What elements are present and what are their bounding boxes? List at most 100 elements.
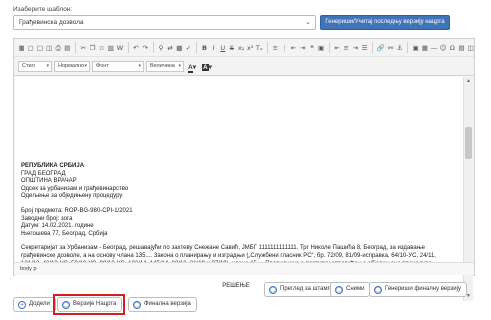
toolbar-separator [196, 42, 197, 53]
format-dropdown[interactable]: Нормално ▾ [54, 61, 90, 72]
toolbar-separator [74, 42, 76, 53]
preview-icon[interactable]: ◫ [45, 43, 52, 53]
text-color-icon: А [188, 63, 193, 73]
paste-word-icon[interactable]: W [116, 43, 123, 53]
blockquote-icon[interactable]: ❝ [308, 43, 315, 53]
save-label: Сними [346, 286, 365, 292]
justify-icon[interactable]: ☰ [361, 43, 368, 53]
spellcheck-icon[interactable]: ✓ [185, 43, 192, 53]
doc-title: РЕПУБЛИКА СРБИЈА [21, 163, 85, 169]
bold-icon[interactable]: B [201, 43, 208, 53]
doc-header-line: Одељење за обједињену процедуру [21, 193, 123, 200]
new-page-icon[interactable]: □ [36, 43, 43, 53]
save-button[interactable]: ◯ Сними [330, 282, 371, 297]
link-icon[interactable]: 🔗 [377, 43, 385, 53]
doc-meta-line: Његошева 77, Београд, Србија [21, 230, 108, 237]
template-select-value: Грађевинска дозвола [19, 19, 84, 26]
cut-icon[interactable]: ✂ [80, 43, 87, 53]
tab-final-version-label: Финална верзија [144, 301, 191, 307]
doc-header-line: ГРАД БЕОГРАД [21, 170, 66, 177]
source-icon[interactable]: ▦ [18, 43, 25, 53]
redo-icon[interactable]: ↷ [141, 43, 148, 53]
template-select[interactable]: Грађевинска дозвола ⌄ [13, 15, 316, 30]
doc-meta-line: Број предмета: ROP-BG-980-CPI-1/2021 [21, 207, 133, 214]
editor-toolbar-row2: Стил ▾ Нормално ▾ Фонт ▾ Величина ▾ А▾ А▾ [14, 58, 474, 76]
doc-meta-line: Заводни број: зогa [21, 215, 73, 222]
toolbar-separator [152, 42, 154, 53]
smiley-icon[interactable]: ☺ [440, 43, 447, 53]
select-all-icon[interactable]: ▩ [176, 43, 183, 53]
bg-color-button[interactable]: А▾ [200, 63, 214, 71]
font-dropdown[interactable]: Фонт ▾ [92, 61, 144, 72]
chevron-down-icon: ▾ [46, 63, 49, 69]
indent-icon[interactable]: ⇥ [299, 43, 306, 53]
highlight-box [53, 294, 125, 315]
underline-icon[interactable]: U [219, 43, 226, 53]
replace-icon[interactable]: ⇄ [167, 43, 174, 53]
generate-final-icon: ◯ [374, 286, 382, 294]
save-icon: ◯ [335, 286, 343, 294]
generate-final-button[interactable]: ◯ Генериши финалну верзију [369, 282, 467, 297]
print-preview-icon: ◯ [269, 286, 277, 294]
anchor-icon[interactable]: ⚓ [396, 43, 403, 53]
toolbar-separator [372, 42, 373, 53]
doc-gap [21, 238, 451, 245]
align-center-icon[interactable]: ≡ [343, 43, 350, 53]
chevron-down-icon: ▾ [138, 63, 141, 69]
style-dropdown[interactable]: Стил ▾ [18, 61, 52, 72]
bulleted-list-icon[interactable]: ⋮ [281, 43, 288, 53]
generate-final-label: Генериши финалну верзију [385, 286, 461, 292]
save-icon[interactable]: ▢ [27, 43, 34, 53]
text-color-button[interactable]: А▾ [186, 63, 198, 73]
style-dropdown-label: Стил [22, 63, 35, 69]
superscript-icon[interactable]: x² [247, 43, 254, 53]
find-icon[interactable]: ⚲ [157, 43, 164, 53]
hr-icon[interactable]: ― [430, 43, 438, 53]
image-icon[interactable]: ▣ [412, 43, 419, 53]
page-break-icon[interactable]: ▤ [458, 43, 465, 53]
toolbar-separator [266, 42, 268, 53]
print-preview-button[interactable]: ◯ Преглед за штампу [264, 282, 340, 297]
div-icon[interactable]: ▣ [318, 43, 325, 53]
remove-format-icon[interactable]: Tₓ [256, 43, 263, 53]
table-icon[interactable]: ▦ [421, 43, 428, 53]
final-version-icon: ◯ [133, 301, 141, 309]
paste-text-icon[interactable]: ▧ [107, 43, 114, 53]
editor-toolbar-row1: ▦ ▢ □ ◫ ⎙ ▤ ✂ ❐ ▫ ▧ W ↶ ↷ ⚲ ⇄ ▩ ✓ B I U … [14, 39, 474, 57]
subscript-icon[interactable]: x₂ [237, 43, 244, 53]
doc-header-line: ОПШТИНА ВРАЧАР [21, 178, 77, 185]
tab-add-label: Додели [29, 301, 50, 307]
outdent-icon[interactable]: ⇤ [290, 43, 297, 53]
copy-icon[interactable]: ❐ [89, 43, 96, 53]
paste-icon[interactable]: ▫ [98, 43, 105, 53]
font-dropdown-label: Фонт [96, 63, 109, 69]
chevron-down-icon: ▾ [178, 63, 181, 69]
generate-draft-button[interactable]: Генериши/Учитај последњу верзију нацрта [320, 15, 450, 30]
iframe-icon[interactable]: ◫ [467, 43, 474, 53]
chevron-down-icon: ⌄ [305, 19, 311, 26]
templates-icon[interactable]: ▤ [64, 43, 71, 53]
tab-final-version[interactable]: ◯ Финална верзија [128, 297, 197, 312]
tab-add[interactable]: + Додели [13, 297, 56, 312]
strike-icon[interactable]: S [228, 43, 235, 53]
special-char-icon[interactable]: Ω [449, 43, 456, 53]
toolbar-separator [328, 42, 330, 53]
numbered-list-icon[interactable]: ≡ [272, 43, 279, 53]
undo-icon[interactable]: ↶ [132, 43, 139, 53]
format-dropdown-label: Нормално [58, 63, 85, 69]
chevron-down-icon: ▾ [84, 63, 87, 69]
italic-icon[interactable]: I [210, 43, 217, 53]
size-dropdown[interactable]: Величина ▾ [146, 61, 184, 72]
print-preview-label: Преглед за штампу [280, 286, 334, 292]
scrollbar-thumb[interactable] [465, 127, 472, 159]
doc-meta-line: Датум: 14.02.2021. године [21, 223, 94, 230]
editor-status-path: body p [14, 262, 474, 275]
add-icon: + [18, 301, 26, 309]
align-right-icon[interactable]: ⇥ [352, 43, 359, 53]
size-dropdown-label: Величина [150, 63, 175, 69]
print-icon[interactable]: ⎙ [55, 43, 62, 53]
scroll-up-icon[interactable]: ▲ [464, 77, 473, 86]
align-left-icon[interactable]: ⇤ [333, 43, 340, 53]
toolbar-separator [407, 42, 409, 53]
unlink-icon[interactable]: ⚯ [387, 43, 394, 53]
